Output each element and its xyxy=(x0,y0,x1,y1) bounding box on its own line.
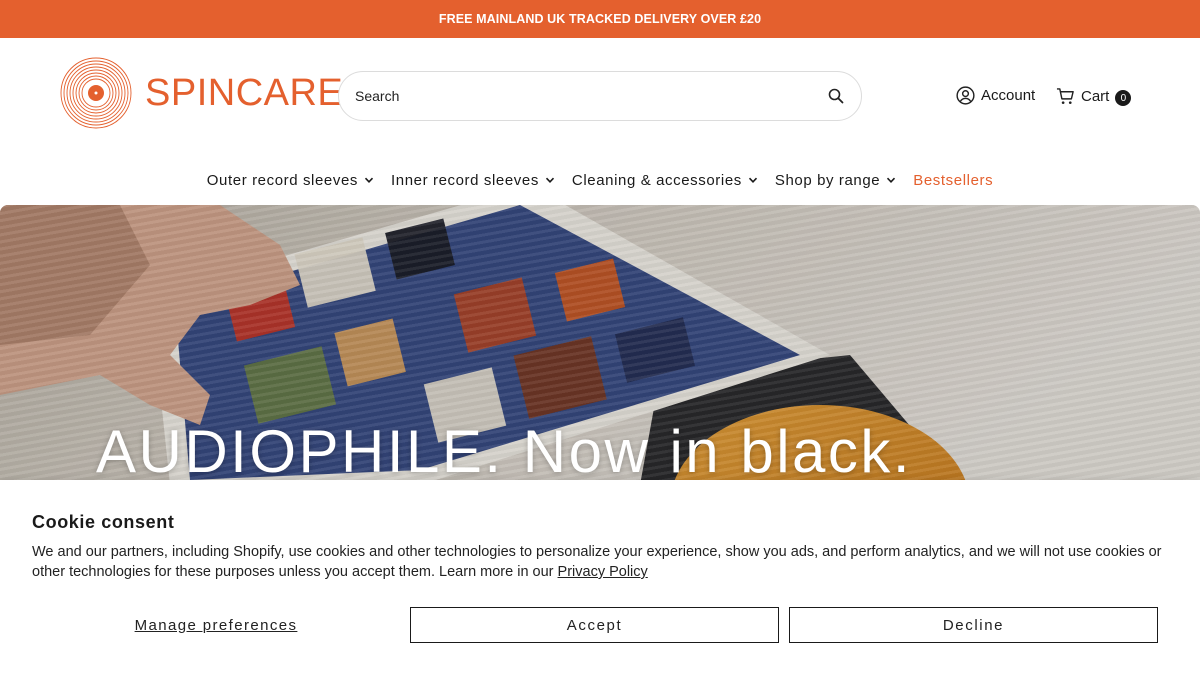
search-bar xyxy=(338,71,862,121)
nav-item-label: Bestsellers xyxy=(913,171,994,189)
logo[interactable]: SPINCARE xyxy=(60,57,343,129)
cookie-title: Cookie consent xyxy=(32,512,175,532)
logo-text: SPINCARE xyxy=(145,72,344,114)
site-header: SPINCARE Account Cart 0 Outer record sle… xyxy=(0,38,1200,205)
chevron-down-icon xyxy=(545,177,554,183)
nav-item-cleaning[interactable]: Cleaning & accessories xyxy=(572,172,758,189)
nav-item-label: Inner record sleeves xyxy=(391,171,539,189)
search-icon[interactable] xyxy=(827,87,845,105)
nav-item-label: Shop by range xyxy=(774,171,881,189)
accept-button[interactable]: Accept xyxy=(410,607,779,643)
announcement-text: FREE MAINLAND UK TRACKED DELIVERY OVER £… xyxy=(438,12,762,26)
nav-item-bestsellers[interactable]: Bestsellers xyxy=(913,172,993,189)
hero-banner[interactable]: AUDIOPHILE. Now in black. xyxy=(0,205,1200,485)
announcement-bar: FREE MAINLAND UK TRACKED DELIVERY OVER £… xyxy=(0,0,1200,38)
nav-item-shop-by-range[interactable]: Shop by range xyxy=(775,172,896,189)
search-input[interactable] xyxy=(355,88,827,104)
cart-count-badge: 0 xyxy=(1115,90,1132,106)
main-nav: Outer record sleeves Inner record sleeve… xyxy=(0,168,1200,192)
cart-link[interactable]: Cart 0 xyxy=(1056,86,1132,106)
cart-icon xyxy=(1056,87,1074,104)
nav-item-label: Outer record sleeves xyxy=(206,171,359,189)
nav-item-label: Cleaning & accessories xyxy=(571,171,742,189)
chevron-down-icon xyxy=(887,177,896,183)
record-logo-icon xyxy=(60,57,132,129)
nav-item-inner-sleeves[interactable]: Inner record sleeves xyxy=(391,172,555,189)
cookie-text: We and our partners, including Shopify, … xyxy=(32,542,1172,582)
manage-preferences-button[interactable]: Manage preferences xyxy=(32,607,400,643)
chevron-down-icon xyxy=(748,177,757,183)
account-link[interactable]: Account xyxy=(956,86,1035,105)
decline-button[interactable]: Decline xyxy=(789,607,1158,643)
cart-label: Cart xyxy=(1081,87,1110,105)
hero-title: AUDIOPHILE. Now in black. xyxy=(96,418,913,485)
chevron-down-icon xyxy=(364,177,374,183)
cookie-consent-banner: Cookie consent We and our partners, incl… xyxy=(0,480,1200,675)
privacy-policy-link[interactable]: Privacy Policy xyxy=(558,564,648,580)
nav-item-outer-sleeves[interactable]: Outer record sleeves xyxy=(207,172,374,189)
account-label: Account xyxy=(981,87,1036,104)
user-icon xyxy=(956,86,975,105)
